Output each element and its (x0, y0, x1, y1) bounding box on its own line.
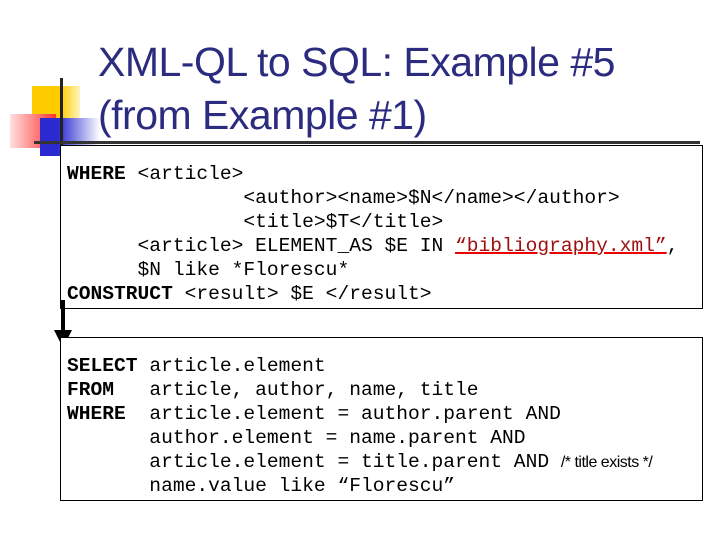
code-punct: , (666, 235, 679, 257)
keyword-from: FROM (67, 379, 115, 401)
keyword-construct: CONSTRUCT (67, 283, 173, 305)
code-line: $N like *Florescu* (67, 259, 350, 281)
slide-title: XML-QL to SQL: Example #5 (from Example … (98, 36, 615, 142)
xmlql-code: WHERE <article> <author><name>$N</name><… (67, 162, 678, 306)
keyword-where: WHERE (67, 163, 126, 185)
code-line: author.element = name.parent AND (67, 427, 526, 449)
keyword-where: WHERE (67, 403, 126, 425)
code-line: article.element = author.parent AND (125, 403, 561, 425)
bibliography-file-link[interactable]: “bibliography.xml” (455, 235, 667, 257)
arrow-down-icon (61, 300, 65, 332)
title-line-2: (from Example #1) (98, 92, 427, 138)
sql-code: SELECT article.element FROM article, auth… (67, 354, 653, 498)
code-line: <author><name>$N</name></author> (67, 187, 620, 209)
code-line: name.value like “Florescu” (67, 475, 456, 497)
keyword-select: SELECT (67, 355, 138, 377)
sql-query-box: SELECT article.element FROM article, auth… (60, 337, 703, 501)
code-comment: /* title exists */ (560, 454, 653, 471)
code-line: <result> $E </result> (172, 283, 432, 305)
code-line: <article> (125, 163, 244, 185)
code-line: <title>$T</title> (67, 211, 444, 233)
title-line-1: XML-QL to SQL: Example #5 (98, 39, 615, 85)
code-line: article.element = title.parent AND (67, 451, 561, 473)
code-line: article, author, name, title (114, 379, 479, 401)
code-line: <article> ELEMENT_AS $E IN (67, 235, 456, 257)
xmlql-query-box: WHERE <article> <author><name>$N</name><… (60, 145, 703, 309)
code-line: article.element (137, 355, 326, 377)
